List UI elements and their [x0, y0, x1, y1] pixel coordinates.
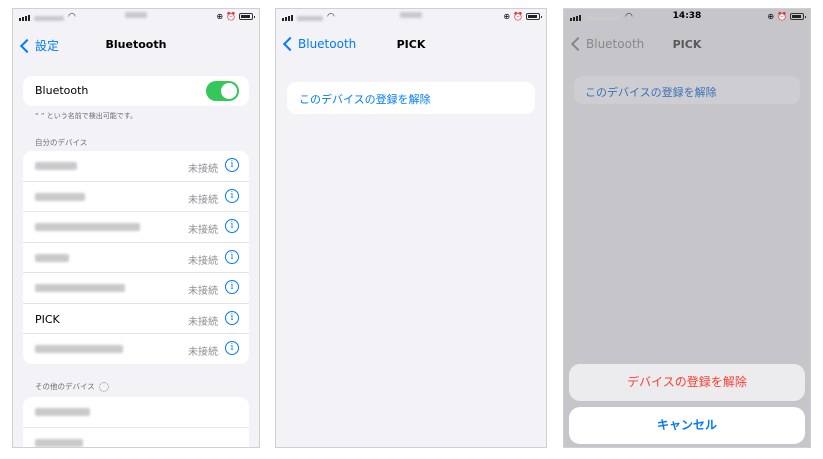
bluetooth-toggle-label: Bluetooth: [35, 84, 89, 97]
info-icon[interactable]: i: [225, 249, 239, 264]
switch-knob: [221, 83, 237, 99]
device-name-redacted: [35, 223, 140, 231]
other-device-row[interactable]: [23, 397, 249, 428]
device-status: 未接続: [188, 316, 218, 328]
other-devices-header-row: その他のデバイス: [35, 381, 109, 392]
info-icon[interactable]: i: [225, 341, 239, 355]
status-time: [125, 12, 147, 18]
page-title: PICK: [672, 38, 702, 51]
cancel-button[interactable]: キャンセル: [569, 407, 805, 444]
device-row[interactable]: 未接続 i: [23, 273, 249, 304]
device-status: 未接続: [188, 225, 218, 236]
status-time: [400, 12, 422, 18]
forget-device-label: このデバイスの登録を解除: [299, 93, 431, 106]
other-devices-header: その他のデバイス: [35, 382, 95, 391]
nav-bar: Bluetooth PICK: [564, 31, 810, 61]
status-bar: ◠ 14:38 ⊕ ⏰: [564, 9, 810, 25]
device-row[interactable]: 未接続 i: [23, 212, 249, 243]
device-status: 未接続: [188, 164, 218, 175]
info-icon[interactable]: i: [225, 158, 239, 172]
page-title: PICK: [396, 38, 426, 51]
alarm-icon: ⏰: [226, 12, 236, 21]
device-row[interactable]: 未接続 i: [23, 243, 249, 273]
device-name-redacted: [35, 408, 90, 416]
other-devices-list: [23, 397, 249, 448]
device-status: 未接続: [188, 347, 218, 358]
device-status: 未接続: [188, 255, 218, 267]
info-icon[interactable]: i: [225, 188, 239, 203]
orientation-lock-icon: ⊕: [216, 12, 224, 21]
device-name-redacted: [35, 162, 77, 170]
device-row[interactable]: 未接続 i: [23, 151, 249, 182]
page-title: Bluetooth: [105, 38, 167, 51]
my-devices-header: 自分のデバイス: [35, 138, 88, 147]
device-name-redacted: [35, 253, 69, 262]
forget-device-label: このデバイスの登録を解除: [585, 86, 717, 99]
status-bar: ◠ ⊕ ⏰: [276, 9, 546, 25]
device-row[interactable]: 未接続 i: [23, 334, 249, 364]
forget-device-button-dimmed: このデバイスの登録を解除: [574, 76, 800, 104]
spinner-icon: [98, 382, 109, 392]
device-name-redacted: [35, 438, 83, 447]
info-icon[interactable]: i: [225, 280, 239, 294]
my-devices-list: 未接続 i 未接続 i 未接続 i 未接続 i 未接続 i PICK 未接続 i: [23, 151, 249, 364]
nav-bar: 設定 Bluetooth: [13, 31, 259, 61]
device-name-redacted: [35, 284, 125, 292]
info-icon[interactable]: i: [225, 310, 239, 325]
battery-icon: [239, 13, 255, 20]
discoverable-text: “ ” という名前で検出可能です。: [35, 112, 138, 120]
info-icon[interactable]: i: [225, 219, 239, 233]
battery-icon: [526, 13, 542, 20]
device-detail-screen: ◠ ⊕ ⏰ Bluetooth PICK このデバイスの登録を解除: [275, 8, 547, 448]
device-row[interactable]: 未接続 i: [23, 182, 249, 212]
battery-icon: [790, 13, 806, 20]
forget-confirmation-screen: ◠ 14:38 ⊕ ⏰ Bluetooth PICK このデバイスの登録を解除 …: [563, 8, 811, 448]
device-row-pick[interactable]: PICK 未接続 i: [23, 304, 249, 334]
bluetooth-settings-screen: ◠ ⊕ ⏰ 設定 Bluetooth Bluetooth “ ” という名前で検…: [12, 8, 260, 448]
bluetooth-switch[interactable]: [206, 81, 239, 101]
confirm-forget-button[interactable]: デバイスの登録を解除: [569, 364, 805, 401]
device-status: 未接続: [188, 286, 218, 297]
alarm-icon: ⏰: [777, 12, 787, 21]
status-bar: ◠ ⊕ ⏰: [13, 9, 259, 25]
device-name-redacted: [35, 345, 123, 353]
device-name: PICK: [35, 312, 60, 326]
orientation-lock-icon: ⊕: [767, 12, 775, 21]
nav-bar: Bluetooth PICK: [276, 31, 546, 61]
alarm-icon: ⏰: [513, 12, 523, 21]
forget-device-button[interactable]: このデバイスの登録を解除: [287, 82, 535, 114]
device-status: 未接続: [188, 194, 218, 206]
bluetooth-toggle-row: Bluetooth: [23, 76, 249, 106]
other-device-row[interactable]: [23, 428, 249, 448]
orientation-lock-icon: ⊕: [503, 12, 511, 21]
device-name-redacted: [35, 192, 85, 201]
